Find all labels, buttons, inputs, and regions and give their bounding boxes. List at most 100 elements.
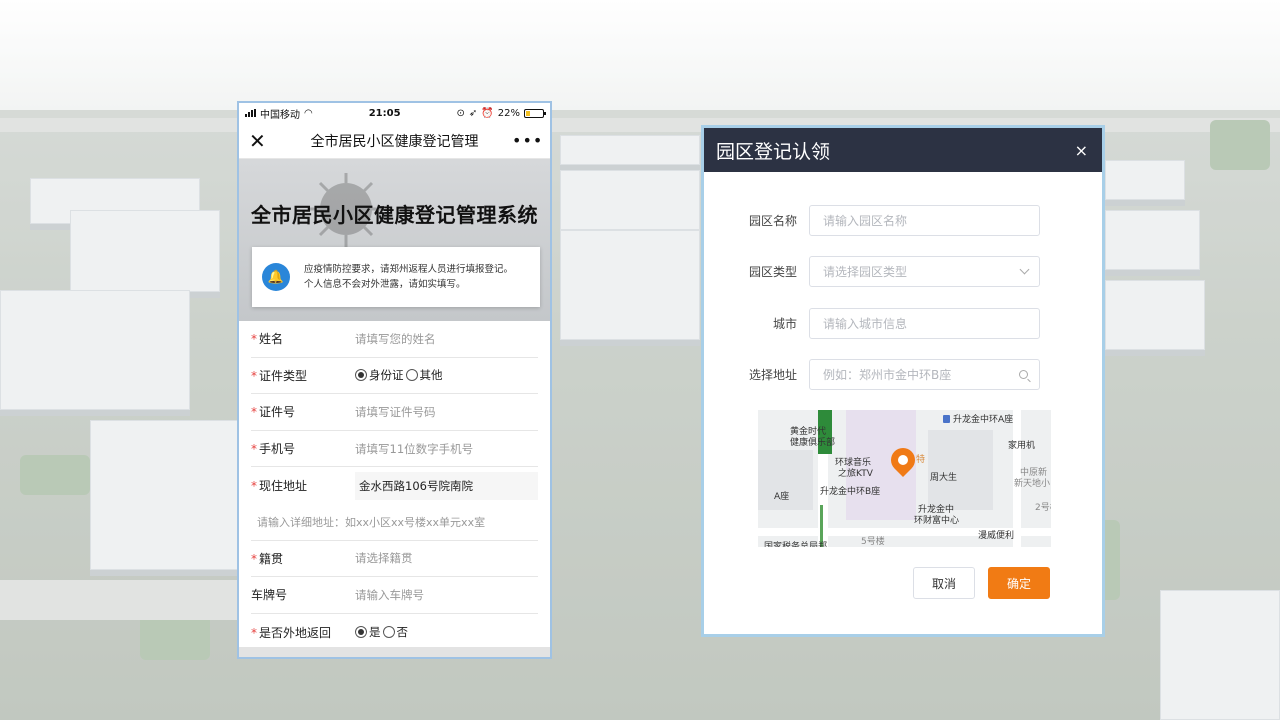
nav-bar: ✕ 全市居民小区健康登记管理 •••	[239, 123, 550, 159]
more-icon[interactable]: •••	[512, 131, 542, 150]
registration-form: * 姓名 请填写您的姓名 * 证件类型 身份证 其他 * 证件号 请填写证件号码 * 手…	[239, 321, 550, 651]
system-title: 全市居民小区健康登记管理系统	[251, 203, 538, 227]
search-icon[interactable]	[1019, 370, 1028, 379]
returned-no-label[interactable]: 否	[397, 624, 409, 640]
id-number-label: 证件号	[259, 405, 296, 420]
address-placeholder: 例如：郑州市金中环B座	[823, 368, 952, 382]
notice-line-2: 个人信息不会对外泄露，请如实填写。	[304, 279, 466, 290]
address-field: 选择地址 例如：郑州市金中环B座	[704, 359, 1040, 390]
required-mark: *	[251, 442, 257, 457]
returned-yes-label[interactable]: 是	[369, 624, 381, 640]
park-name-input[interactable]: 请输入园区名称	[809, 205, 1040, 236]
notice-card: 🔔 应疫情防控要求，请郑州返程人员进行填报登记。 个人信息不会对外泄露，请如实填…	[252, 247, 540, 307]
returned-label: 是否外地返回	[259, 625, 332, 640]
park-type-placeholder: 请选择园区类型	[823, 265, 908, 279]
map-label: 家用机	[1008, 441, 1036, 451]
city-field: 城市 请输入城市信息	[704, 308, 1040, 339]
hero-banner: 全市居民小区健康登记管理系统 🔔 应疫情防控要求，请郑州返程人员进行填报登记。 …	[239, 159, 550, 321]
dialog-title: 园区登记认领	[716, 140, 831, 163]
plate-row[interactable]: 车牌号 请输入车牌号	[251, 577, 538, 614]
battery-percent: 22%	[497, 107, 520, 119]
carrier-label: 中国移动	[260, 109, 300, 121]
city-placeholder: 请输入城市信息	[823, 317, 908, 331]
chevron-down-icon	[1019, 264, 1030, 275]
park-type-label: 园区类型	[748, 265, 797, 279]
required-mark: *	[251, 625, 257, 640]
required-mark: *	[251, 551, 257, 566]
dialog-header: 园区登记认领 ×	[704, 128, 1102, 172]
plate-input[interactable]: 请输入车牌号	[355, 587, 424, 603]
id-card-option-label[interactable]: 身份证	[369, 367, 404, 383]
mobile-input[interactable]: 请填写11位数字手机号	[355, 441, 473, 457]
alarm-icon: ⏰	[481, 107, 494, 119]
address-label: 现住地址	[259, 479, 308, 494]
required-mark: *	[251, 405, 257, 420]
close-icon[interactable]: ×	[1075, 141, 1088, 160]
address-select-label: 选择地址	[748, 368, 797, 382]
map-label: 特	[916, 455, 926, 465]
location-icon: ➶	[468, 107, 478, 119]
close-icon[interactable]: ✕	[249, 131, 277, 151]
map-label: 健康俱乐部	[790, 438, 836, 448]
name-row[interactable]: * 姓名 请填写您的姓名	[251, 321, 538, 358]
id-type-label: 证件类型	[259, 368, 308, 383]
name-input[interactable]: 请填写您的姓名	[355, 331, 436, 347]
map-label: 升龙金中环B座	[820, 487, 881, 497]
map-label: 周大生	[930, 473, 958, 483]
status-bar: 中国移动 ◠ 21:05 ⊙ ➶ ⏰ 22%	[239, 103, 550, 123]
returned-no-radio[interactable]	[382, 626, 395, 639]
id-number-input[interactable]: 请填写证件号码	[355, 404, 436, 420]
notice-line-1: 应疫情防控要求，请郑州返程人员进行填报登记。	[304, 264, 514, 275]
nav-title: 全市居民小区健康登记管理	[310, 133, 479, 150]
bell-icon: 🔔	[262, 263, 290, 291]
address-search-input[interactable]: 例如：郑州市金中环B座	[809, 359, 1040, 390]
map-label: 新天地小	[1014, 479, 1051, 489]
hometown-row[interactable]: * 籍贯 请选择籍贯	[251, 541, 538, 578]
hometown-select[interactable]: 请选择籍贯	[355, 550, 413, 566]
map-label: 2号楼	[1035, 503, 1051, 513]
id-number-row[interactable]: * 证件号 请填写证件号码	[251, 394, 538, 431]
confirm-button[interactable]: 确定	[988, 567, 1050, 599]
id-type-row: * 证件类型 身份证 其他	[251, 358, 538, 395]
map-label: 国家税务总局郑	[764, 542, 828, 547]
map-label: 环财富中心	[914, 516, 960, 526]
required-mark: *	[251, 479, 257, 494]
battery-icon	[523, 108, 546, 118]
returned-row: * 是否外地返回 是 否	[251, 614, 538, 651]
address-select[interactable]: 金水西路106号院南院	[355, 471, 538, 500]
id-card-radio[interactable]	[355, 369, 367, 382]
park-name-placeholder: 请输入园区名称	[823, 214, 908, 228]
mobile-row[interactable]: * 手机号 请填写11位数字手机号	[251, 431, 538, 468]
park-name-label: 园区名称	[748, 214, 797, 228]
other-option-label[interactable]: 其他	[420, 367, 443, 383]
clock: 21:05	[368, 107, 401, 119]
required-mark: *	[251, 368, 257, 383]
location-map[interactable]: 升龙金中环A座 黄金时代 健康俱乐部 家用机 环球音乐 之旅KTV 周大生 中原…	[758, 410, 1051, 547]
phone-bottom-bar	[239, 647, 550, 657]
address-row[interactable]: * 现住地址 金水西路106号院南院	[251, 467, 538, 504]
map-label: A座	[774, 492, 790, 502]
name-label: 姓名	[259, 332, 284, 347]
park-type-select[interactable]: 请选择园区类型	[809, 256, 1040, 287]
plate-label: 车牌号	[251, 588, 288, 603]
park-claim-dialog: 园区登记认领 × 园区名称 请输入园区名称 园区类型 请选择园区类型 城市 请输…	[701, 125, 1105, 637]
map-label: 之旅KTV	[838, 469, 873, 479]
phone-mockup: 中国移动 ◠ 21:05 ⊙ ➶ ⏰ 22% ✕ 全市居民小区健康登记管理 ••…	[237, 101, 552, 659]
hometown-label: 籍贯	[259, 551, 284, 566]
city-label: 城市	[772, 317, 797, 331]
address-detail-row[interactable]: 请输入详细地址：如xx小区xx号楼xx单元xx室	[251, 504, 538, 541]
signal-icon	[245, 109, 256, 117]
cancel-button[interactable]: 取消	[913, 567, 975, 599]
city-input[interactable]: 请输入城市信息	[809, 308, 1040, 339]
lock-rotation-icon: ⊙	[456, 107, 465, 119]
map-label: 升龙金中环A座	[943, 412, 1013, 425]
required-mark: *	[251, 332, 257, 347]
map-label: 5号楼	[861, 537, 885, 547]
returned-yes-radio[interactable]	[355, 626, 367, 639]
park-type-field: 园区类型 请选择园区类型	[704, 256, 1040, 287]
mobile-label: 手机号	[259, 442, 296, 457]
address-detail-input[interactable]: 请输入详细地址：如xx小区xx号楼xx单元xx室	[251, 514, 485, 530]
map-label: 漫威便利	[978, 531, 1015, 541]
other-radio[interactable]	[405, 369, 418, 382]
park-name-field: 园区名称 请输入园区名称	[704, 205, 1040, 236]
